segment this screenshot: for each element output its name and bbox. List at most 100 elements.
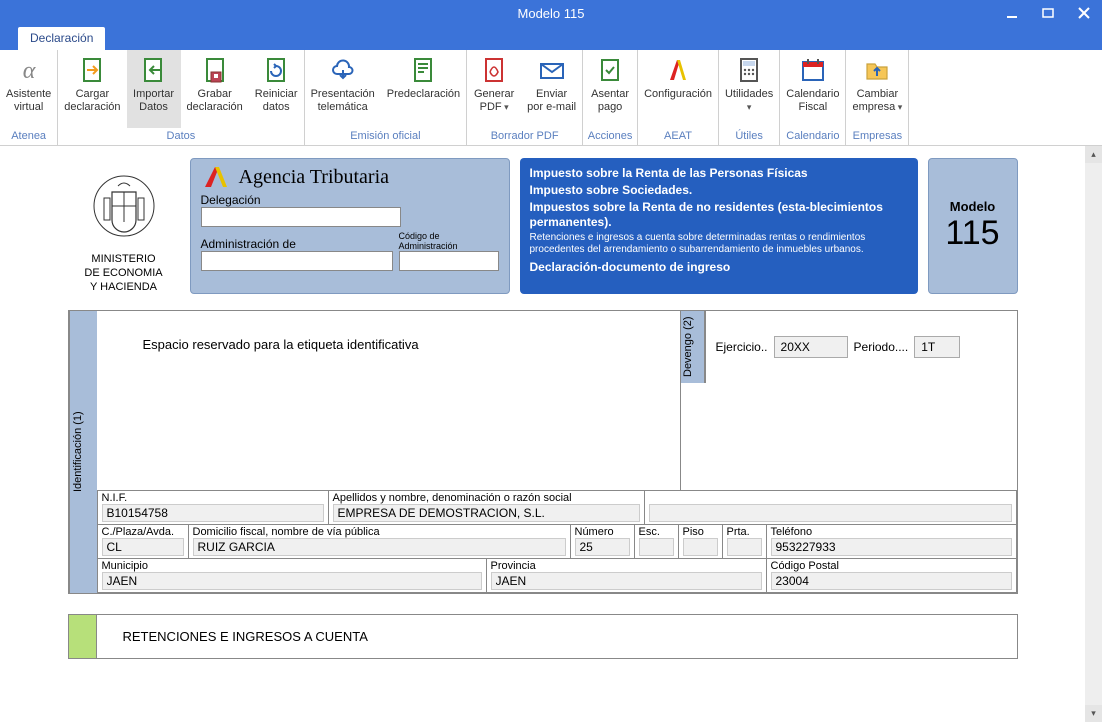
telefono-cell: Teléfono — [767, 525, 1017, 559]
calendario-fiscal-button[interactable]: CalendarioFiscal — [780, 50, 845, 128]
ribbon-item-label: Generar — [474, 88, 514, 101]
codigo-admin-label: Código de Administración — [399, 231, 499, 251]
periodo-label: Periodo.... — [854, 340, 909, 354]
scroll-down-button[interactable]: ▾ — [1085, 705, 1102, 722]
cp-cell: Código Postal — [767, 559, 1017, 593]
doc-in-icon — [76, 54, 108, 86]
coat-of-arms-icon — [84, 166, 164, 246]
svg-text:α: α — [22, 58, 35, 84]
periodo-input[interactable] — [914, 336, 960, 358]
municipio-cell: Municipio — [97, 559, 487, 593]
document-viewport[interactable]: MINISTERIO DE ECONOMIA Y HACIENDA Agenci… — [0, 146, 1085, 722]
cp-input[interactable] — [771, 572, 1012, 590]
ribbon-item-label: Presentación — [311, 88, 375, 101]
nif-input[interactable] — [102, 504, 324, 522]
ribbon-item-label: Fiscal — [799, 101, 828, 114]
retenciones-section: RETENCIONES E INGRESOS A CUENTA — [68, 614, 1018, 659]
asistente-virtual-button[interactable]: αAsistentevirtual — [0, 50, 57, 128]
ribbon-item-label: Enviar — [536, 88, 567, 101]
numero-cell: Número — [571, 525, 635, 559]
identificacion-tab: Identificación (1) — [69, 311, 97, 593]
retenciones-tab — [69, 615, 97, 658]
ribbon-item-label: Reiniciar — [255, 88, 298, 101]
ribbon-group-label: Calendario — [780, 128, 845, 145]
grabar-declaracion-button[interactable]: Grabardeclaración — [181, 50, 249, 128]
ribbon-group-label: Borrador PDF — [467, 128, 582, 145]
calle-input[interactable] — [102, 538, 184, 556]
ribbon-item-label: Cambiar — [857, 88, 899, 101]
ribbon-item-label: Configuración — [644, 88, 712, 101]
utilidades-button[interactable]: Utilidades — [719, 50, 779, 128]
ribbon-item-label: datos — [263, 101, 290, 114]
prta-cell: Prta. — [723, 525, 767, 559]
aeat-logo-icon — [201, 165, 231, 189]
domicilio-input[interactable] — [193, 538, 566, 556]
ribbon-item-label: Utilidades — [725, 88, 773, 101]
numero-input[interactable] — [575, 538, 630, 556]
asentar-pago-button[interactable]: Asentarpago — [583, 50, 637, 128]
impuestos-description: Impuesto sobre la Renta de las Personas … — [520, 158, 918, 294]
ribbon-item-label: Importar — [133, 88, 174, 101]
delegacion-input[interactable] — [201, 207, 401, 227]
predeclaracion-button[interactable]: Predeclaración — [381, 50, 466, 128]
provincia-cell: Provincia — [487, 559, 767, 593]
scroll-up-button[interactable]: ▴ — [1085, 146, 1102, 163]
nombre-input[interactable] — [333, 504, 640, 522]
administracion-input[interactable] — [201, 251, 393, 271]
ribbon-item-label — [747, 101, 752, 114]
configuracion-aeat-button[interactable]: Configuración — [638, 50, 718, 128]
nombre-extra-input[interactable] — [649, 504, 1012, 522]
ribbon-item-label: declaración — [64, 101, 120, 114]
agencia-title: Agencia Tributaria — [239, 166, 390, 189]
doc-reset-icon — [260, 54, 292, 86]
identificacion-section: Identificación (1) Espacio reservado par… — [68, 310, 1018, 594]
tabbar: Declaración — [0, 26, 1102, 50]
retenciones-title: RETENCIONES E INGRESOS A CUENTA — [97, 615, 368, 658]
importar-datos-button[interactable]: ImportarDatos — [127, 50, 181, 128]
prta-input[interactable] — [727, 538, 762, 556]
reiniciar-datos-button[interactable]: Reiniciardatos — [249, 50, 304, 128]
ribbon-group-label: Empresas — [846, 128, 908, 145]
domicilio-cell: Domicilio fiscal, nombre de vía pública — [189, 525, 571, 559]
ribbon-item-label: empresa — [852, 101, 902, 114]
cloud-icon — [327, 54, 359, 86]
ejercicio-label: Ejercicio.. — [716, 340, 768, 354]
predec-icon — [407, 54, 439, 86]
enviar-email-button[interactable]: Enviarpor e-mail — [521, 50, 582, 128]
minimize-button[interactable] — [994, 0, 1030, 26]
stamp-icon — [594, 54, 626, 86]
agencia-box: Agencia Tributaria Delegación Administra… — [190, 158, 510, 294]
telefono-input[interactable] — [771, 538, 1012, 556]
ribbon-item-label: Grabar — [198, 88, 232, 101]
ribbon-item-label: Asistente — [6, 88, 51, 101]
devengo-tab: Devengo (2) — [681, 311, 705, 383]
ministry-line3: Y HACIENDA — [68, 280, 180, 294]
piso-input[interactable] — [683, 538, 718, 556]
ribbon-item-label: Calendario — [786, 88, 839, 101]
folder-icon — [861, 54, 893, 86]
titlebar: Modelo 115 — [0, 0, 1102, 26]
codigo-admin-input[interactable] — [399, 251, 499, 271]
esc-input[interactable] — [639, 538, 674, 556]
cargar-declaracion-button[interactable]: Cargardeclaración — [58, 50, 126, 128]
provincia-input[interactable] — [491, 572, 762, 590]
cambiar-empresa-button[interactable]: Cambiarempresa — [846, 50, 908, 128]
window-title: Modelo 115 — [518, 6, 585, 21]
close-button[interactable] — [1066, 0, 1102, 26]
presentacion-telematica-button[interactable]: Presentacióntelemática — [305, 50, 381, 128]
ribbon-group-label: Útiles — [719, 128, 779, 145]
calc-icon — [733, 54, 765, 86]
municipio-input[interactable] — [102, 572, 482, 590]
modelo-number: 115 — [945, 214, 999, 253]
doc-import-icon — [138, 54, 170, 86]
mail-icon — [536, 54, 568, 86]
aeat-icon — [662, 54, 694, 86]
vertical-scrollbar[interactable]: ▴ ▾ — [1085, 146, 1102, 722]
piso-cell: Piso — [679, 525, 723, 559]
maximize-button[interactable] — [1030, 0, 1066, 26]
tab-declaracion[interactable]: Declaración — [18, 27, 105, 50]
generar-pdf-button[interactable]: GenerarPDF — [467, 50, 521, 128]
ejercicio-input[interactable] — [774, 336, 848, 358]
ministry-line1: MINISTERIO — [68, 252, 180, 266]
etiqueta-space: Espacio reservado para la etiqueta ident… — [97, 311, 681, 491]
